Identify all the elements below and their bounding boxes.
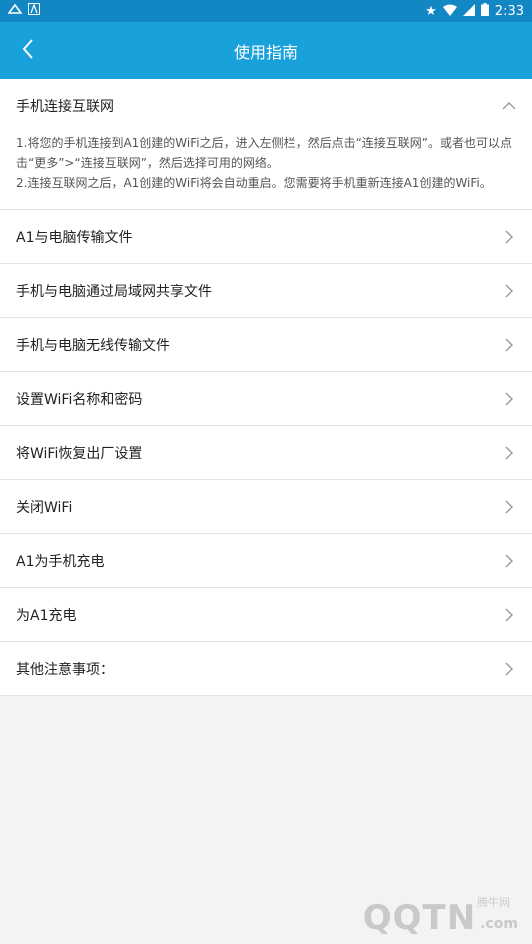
cell-signal-icon	[462, 3, 475, 19]
guide-item-label: 设置WiFi名称和密码	[16, 391, 143, 408]
chevron-right-icon	[502, 608, 516, 622]
guide-text-line: 2.连接互联网之后，A1创建的WiFi将会自动重启。您需要将手机重新连接A1创建…	[16, 176, 492, 190]
app-bar: 使用指南	[0, 22, 532, 79]
chevron-right-icon	[502, 284, 516, 298]
guide-item[interactable]: 关闭WiFi	[0, 480, 532, 534]
chevron-right-icon	[502, 392, 516, 406]
guide-item-label: 将WiFi恢复出厂设置	[16, 445, 143, 462]
guide-item[interactable]: 将WiFi恢复出厂设置	[0, 426, 532, 480]
a-app-icon	[28, 3, 40, 19]
guide-item-label: A1与电脑传输文件	[16, 229, 133, 246]
guide-item-internet-content: 1.将您的手机连接到A1创建的WiFi之后，进入左侧栏，然后点击“连接互联网”。…	[0, 133, 532, 210]
back-button[interactable]	[10, 22, 46, 79]
guide-item-label: 手机与电脑通过局域网共享文件	[16, 283, 212, 300]
star-icon: ★	[425, 3, 437, 19]
wifi-app-icon	[7, 3, 23, 19]
guide-item[interactable]: 为A1充电	[0, 588, 532, 642]
guide-item-label: A1为手机充电	[16, 553, 105, 570]
watermark-suffix: .com	[480, 916, 518, 932]
guide-item[interactable]: 其他注意事项：	[0, 642, 532, 696]
guide-list: 手机连接互联网 1.将您的手机连接到A1创建的WiFi之后，进入左侧栏，然后点击…	[0, 79, 532, 696]
wifi-signal-icon	[442, 4, 457, 19]
page-title: 使用指南	[233, 42, 298, 62]
watermark-large: QQTN	[362, 898, 477, 938]
guide-item[interactable]: 手机与电脑无线传输文件	[0, 318, 532, 372]
chevron-right-icon	[502, 500, 516, 514]
chevron-right-icon	[502, 230, 516, 244]
guide-item-label: 其他注意事项：	[16, 661, 114, 678]
chevron-right-icon	[502, 662, 516, 676]
status-left-icons	[7, 3, 40, 19]
chevron-right-icon	[502, 338, 516, 352]
status-right-icons: ★ 2:33	[425, 3, 524, 19]
guide-text-line: 1.将您的手机连接到A1创建的WiFi之后，进入左侧栏，然后点击“连接互联网”。…	[16, 136, 513, 170]
guide-item[interactable]: 手机与电脑通过局域网共享文件	[0, 264, 532, 318]
guide-item[interactable]: 设置WiFi名称和密码	[0, 372, 532, 426]
watermark-logo: QQTN .com	[363, 898, 518, 938]
chevron-right-icon	[502, 446, 516, 460]
guide-item-label: 关闭WiFi	[16, 499, 73, 516]
guide-item[interactable]: A1与电脑传输文件	[0, 210, 532, 264]
guide-item-internet-header[interactable]: 手机连接互联网	[0, 79, 532, 133]
battery-icon	[480, 3, 489, 19]
guide-item[interactable]: A1为手机充电	[0, 534, 532, 588]
back-arrow-icon	[21, 38, 35, 64]
chevron-up-icon	[502, 99, 516, 113]
guide-item-label: 手机与电脑无线传输文件	[16, 337, 170, 354]
status-bar: ★ 2:33	[0, 0, 532, 22]
status-time: 2:33	[494, 3, 524, 19]
guide-item-label: 为A1充电	[16, 607, 77, 624]
chevron-right-icon	[502, 554, 516, 568]
guide-item-label: 手机连接互联网	[16, 99, 114, 115]
